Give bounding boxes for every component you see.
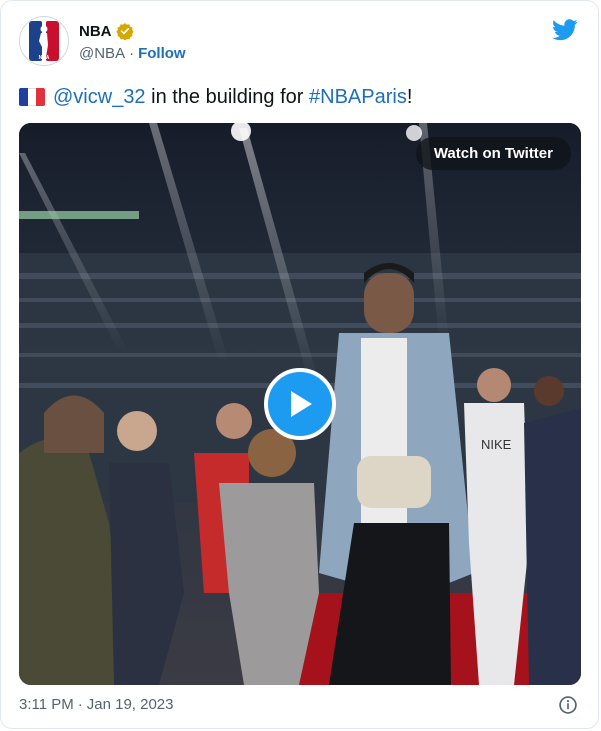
handle-row: @NBA · Follow	[79, 45, 186, 62]
account-name-row: NBA	[79, 22, 134, 40]
tweet-card: NBA NBA @NBA · Follow @vicw_32 in the bu…	[0, 0, 599, 729]
account-handle[interactable]: @NBA	[79, 45, 125, 62]
logo-text: NBA	[39, 55, 50, 61]
hashtag-link[interactable]: #NBAParis	[309, 86, 407, 108]
handle-separator: ·	[129, 45, 135, 62]
verified-badge-icon	[115, 23, 134, 40]
mention-link[interactable]: @vicw_32	[53, 86, 146, 108]
watch-on-twitter-button[interactable]: Watch on Twitter	[415, 137, 571, 170]
play-button[interactable]	[264, 368, 336, 440]
france-flag-icon	[19, 88, 45, 106]
tweet-timestamp[interactable]: 3:11 PM · Jan 19, 2023	[19, 696, 174, 713]
twitter-bird-icon[interactable]	[552, 19, 578, 41]
tweet-body-text: in the building for	[145, 86, 309, 108]
shirt-print: NIKE	[481, 437, 512, 452]
tweet-end-text: !	[406, 86, 413, 108]
nba-logo-icon: NBA	[29, 21, 59, 61]
tweet-text: @vicw_32 in the building for #NBAParis!	[19, 85, 412, 109]
nba-avatar[interactable]: NBA	[19, 16, 69, 66]
follow-button[interactable]: Follow	[138, 45, 186, 62]
tweet-time: 3:11 PM	[19, 696, 74, 713]
video-media[interactable]: NIKE Watch on Twitter	[19, 123, 581, 685]
info-icon[interactable]	[558, 695, 578, 715]
timestamp-separator: ·	[77, 696, 83, 713]
play-icon	[291, 391, 312, 417]
tweet-date: Jan 19, 2023	[86, 696, 174, 713]
account-name[interactable]: NBA	[79, 23, 112, 40]
